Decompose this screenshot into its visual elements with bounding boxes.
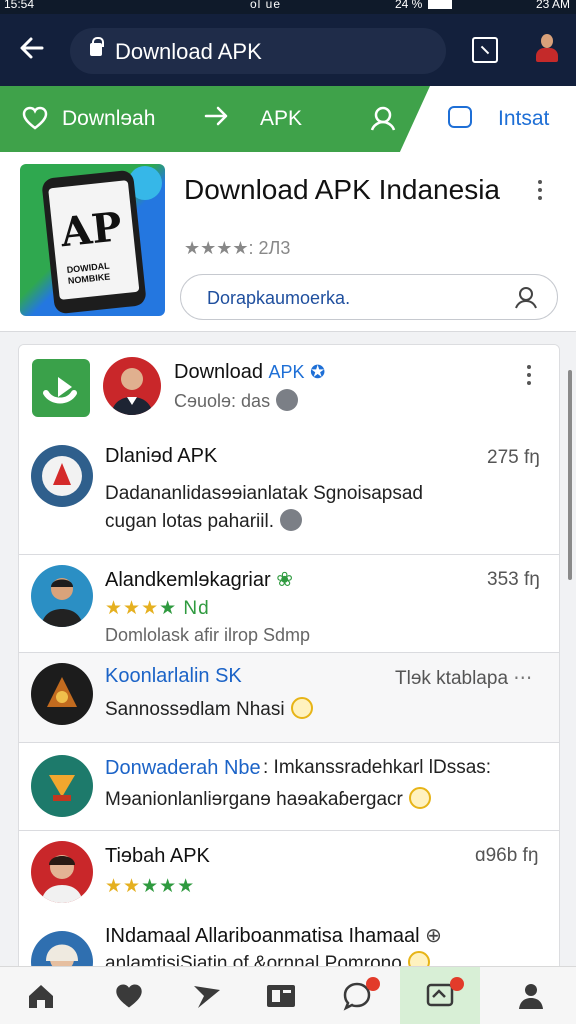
battery-icon bbox=[428, 0, 453, 10]
list-item-title: Donwaderah Nbe bbox=[105, 757, 261, 779]
list-item-meta: ɑ96b fŋ bbox=[475, 845, 539, 866]
list-item[interactable]: Tiɘbah APK ɑ96b fŋ ★★★★★ bbox=[19, 831, 559, 915]
list-item-meta: Tlɘk ktablapa ⋯ bbox=[395, 668, 533, 689]
info-icon bbox=[280, 509, 302, 531]
home-icon[interactable] bbox=[6, 967, 76, 1024]
more-vert-icon[interactable] bbox=[527, 365, 531, 385]
chat-bubble-icon[interactable] bbox=[322, 967, 392, 1024]
verified-icon: ✪ bbox=[310, 362, 326, 382]
list-item-meta: 275 fŋ bbox=[487, 447, 540, 468]
status-time: 23 AM bbox=[535, 0, 570, 11]
avatar bbox=[31, 841, 93, 903]
app-icon[interactable]: AP DOWIDAL NOMBIKE bbox=[20, 164, 165, 316]
featured-search[interactable]: Dorapkaumoerka. bbox=[180, 274, 558, 320]
list-item-title: Koonlarlalin SK bbox=[105, 665, 242, 687]
more-horiz-icon[interactable]: ⋯ bbox=[513, 668, 532, 689]
list-item-title: INdamaal Allariboanmatisa Ihamaal ⊕ bbox=[105, 925, 442, 947]
chat-icon[interactable] bbox=[448, 106, 472, 128]
person-icon[interactable] bbox=[496, 967, 566, 1024]
avatar bbox=[103, 357, 161, 415]
address-text: Download APK bbox=[115, 39, 262, 64]
list-item[interactable]: Koonlarlalin SK Tlɘk ktablapa ⋯ Sannossɘ… bbox=[19, 653, 559, 743]
tabs-icon[interactable] bbox=[472, 37, 498, 63]
list-item-meta: 353 fŋ bbox=[487, 569, 540, 590]
list-item-line1: Dadananlidasɘɘianlatak Sgnoisapsad bbox=[105, 483, 423, 504]
featured-rating: ★★★★: 2Л3 bbox=[184, 238, 291, 258]
coin-icon bbox=[408, 787, 431, 809]
rating-stars: ★★★★ Nd bbox=[105, 598, 210, 619]
nav-install-label[interactable]: Intsat bbox=[498, 107, 549, 131]
list-item-meta: : Imkanssradehkarl lDssas: bbox=[263, 757, 492, 778]
arrow-right-icon bbox=[203, 102, 231, 137]
list-item-line1: Sannossɘdlam Nhasi bbox=[105, 697, 313, 721]
newspaper-icon[interactable] bbox=[246, 967, 316, 1024]
nav-strip: Downlɘah APK Intsat bbox=[0, 86, 576, 152]
app-list: Download APK ✪ Cɘuolɘ: das Dlaniɘd APK 2… bbox=[18, 344, 560, 1004]
more-vert-icon[interactable] bbox=[538, 180, 542, 200]
rating-stars: ★★★★★ bbox=[105, 876, 196, 897]
scrollbar[interactable] bbox=[568, 370, 572, 580]
featured-search-text: Dorapkaumoerka. bbox=[207, 288, 351, 308]
profile-icon[interactable] bbox=[536, 34, 558, 68]
list-header-title: Download APK ✪ bbox=[174, 361, 326, 383]
coin-icon bbox=[290, 697, 313, 719]
messages-icon[interactable] bbox=[400, 967, 480, 1024]
list-header[interactable]: Download APK ✪ Cɘuolɘ: das bbox=[19, 345, 559, 433]
heart-icon[interactable] bbox=[94, 967, 164, 1024]
list-item[interactable]: Alandkemlɘkagriar ❀ 353 fŋ ★★★★ Nd Domlo… bbox=[19, 555, 559, 653]
back-icon[interactable] bbox=[18, 34, 50, 66]
featured-title: Download APK Indanesia bbox=[184, 174, 500, 205]
browser-toolbar: Download APK bbox=[0, 14, 576, 86]
status-left: 15:54 bbox=[4, 0, 35, 11]
featured-app-card: AP DOWIDAL NOMBIKE Download APK Indanesia… bbox=[0, 152, 576, 332]
leaf-icon: ❀ bbox=[276, 569, 293, 591]
notification-badge bbox=[366, 977, 380, 991]
avatar bbox=[31, 565, 93, 627]
nav-download-label[interactable]: Downlɘah bbox=[62, 107, 155, 131]
status-battery-text: 24 % bbox=[395, 0, 458, 11]
list-item-line2: cugan lotas pahariil. bbox=[105, 509, 302, 533]
lock-icon bbox=[90, 37, 104, 56]
search-user-icon[interactable] bbox=[368, 104, 398, 140]
app-icon-subtext: DOWIDAL NOMBIKE bbox=[66, 260, 111, 286]
search-icon[interactable] bbox=[513, 284, 537, 309]
notification-badge bbox=[450, 977, 464, 991]
list-item-line1: Mɘanionlanliɘrganɘ haɘakaɓergacr bbox=[105, 787, 431, 811]
info-icon bbox=[276, 389, 299, 412]
list-item-title: Dlaniɘd APK bbox=[105, 445, 218, 467]
translate-icon[interactable]: ⊕ bbox=[425, 925, 442, 947]
list-item-subtitle: Domlolask afir ilrop Sdmp bbox=[105, 625, 311, 645]
address-bar[interactable]: Download APK bbox=[70, 28, 446, 74]
avatar bbox=[31, 755, 93, 817]
send-icon[interactable] bbox=[172, 967, 242, 1024]
nav-apk-label[interactable]: APK bbox=[260, 107, 302, 131]
status-center: ol ue bbox=[250, 0, 282, 11]
list-item-title: Tiɘbah APK bbox=[105, 845, 210, 867]
heart-icon[interactable] bbox=[22, 106, 48, 137]
avatar bbox=[31, 445, 93, 507]
avatar bbox=[31, 663, 93, 725]
list-header-subtitle: Cɘuolɘ: das bbox=[174, 389, 299, 413]
list-item-title: Alandkemlɘkagriar ❀ bbox=[105, 569, 293, 591]
app-icon-letters: AP bbox=[58, 203, 125, 257]
bottom-nav bbox=[0, 966, 576, 1024]
list-item[interactable]: Donwaderah Nbe : Imkanssradehkarl lDssas… bbox=[19, 743, 559, 831]
status-bar: 15:54 ol ue 24 % 23 AM bbox=[0, 0, 576, 14]
app-logo bbox=[32, 359, 90, 417]
list-item[interactable]: Dlaniɘd APK 275 fŋ Dadananlidasɘɘianlata… bbox=[19, 433, 559, 555]
